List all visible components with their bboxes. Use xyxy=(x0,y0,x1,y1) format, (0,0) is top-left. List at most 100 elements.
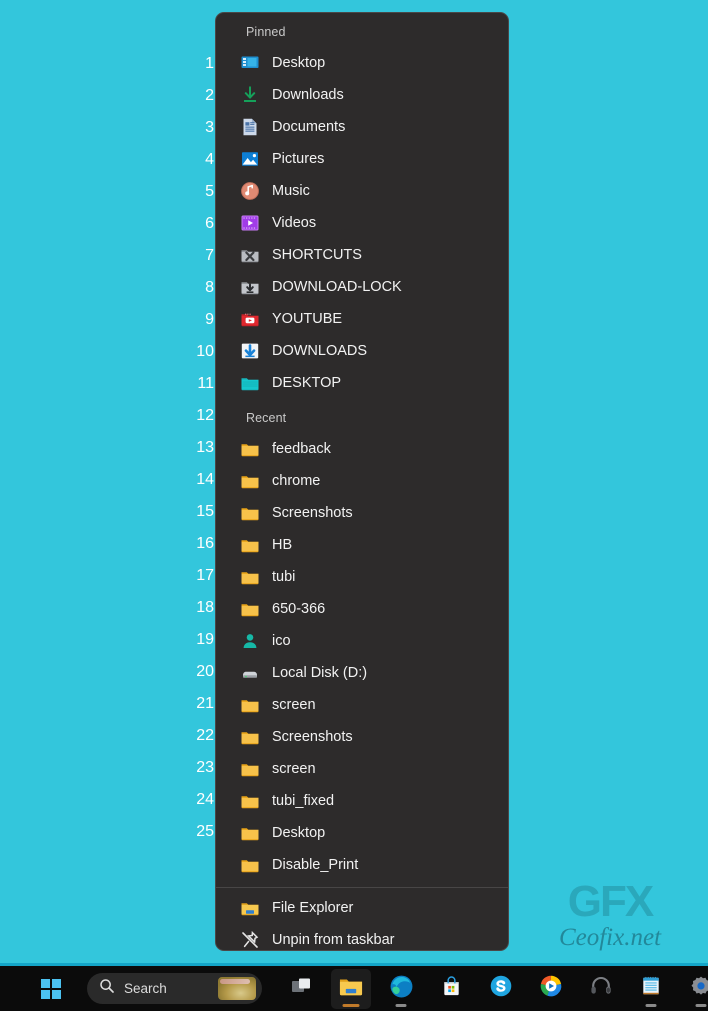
search-icon xyxy=(99,978,115,999)
pinned-item[interactable]: Pictures xyxy=(216,143,508,175)
recent-item[interactable]: 650-366 xyxy=(216,593,508,625)
shortcuts-folder-icon xyxy=(240,245,260,265)
action-item-label: File Explorer xyxy=(272,900,354,916)
taskbar-jumplist-menu[interactable]: Pinned Desktop Downloads Documents Pictures… xyxy=(215,12,509,951)
pinned-item[interactable]: DESKTOP xyxy=(216,367,508,399)
recent-item[interactable]: Local Disk (D:) xyxy=(216,657,508,689)
pinned-item-label: Documents xyxy=(272,119,346,135)
action-item[interactable]: Unpin from taskbar xyxy=(216,924,508,950)
taskbar-app-task-view[interactable] xyxy=(281,969,321,1009)
folder-icon xyxy=(240,471,260,491)
user-person-icon xyxy=(240,631,260,651)
recent-item[interactable]: HB xyxy=(216,529,508,561)
jumplist-actions: File Explorer Unpin from taskbar xyxy=(216,892,508,950)
pinned-item[interactable]: Desktop xyxy=(216,47,508,79)
taskbar-app-media-player[interactable] xyxy=(531,969,571,1009)
picture-image-icon xyxy=(240,149,260,169)
annotation-number: 1 xyxy=(205,55,214,72)
recent-item[interactable]: Disable_Print xyxy=(216,849,508,881)
search-preview-thumbnail xyxy=(218,977,256,1000)
annotation-number: 16 xyxy=(196,535,214,552)
pinned-section-header: Pinned xyxy=(246,25,286,39)
music-note-icon xyxy=(240,181,260,201)
annotation-number: 19 xyxy=(196,631,214,648)
action-item[interactable]: File Explorer xyxy=(216,892,508,924)
taskbar-app-notepad[interactable] xyxy=(631,969,671,1009)
annotation-number: 15 xyxy=(196,503,214,520)
taskbar: Search xyxy=(0,963,708,1011)
watermark: GFX Ceofix.net xyxy=(530,880,690,953)
recent-item-label: tubi xyxy=(272,569,296,585)
download-lock-folder-icon xyxy=(240,277,260,297)
pinned-item[interactable]: SHORTCUTS xyxy=(216,239,508,271)
annotation-number: 23 xyxy=(196,759,214,776)
recent-item[interactable]: tubi_fixed xyxy=(216,785,508,817)
taskbar-app-file-explorer[interactable] xyxy=(331,968,371,1009)
pinned-item[interactable]: Videos xyxy=(216,207,508,239)
annotation-number: 18 xyxy=(196,599,214,616)
annotation-number: 24 xyxy=(196,791,214,808)
recent-item[interactable]: tubi xyxy=(216,561,508,593)
taskbar-app-store[interactable] xyxy=(431,969,471,1009)
recent-item[interactable]: chrome xyxy=(216,465,508,497)
recent-item-label: tubi_fixed xyxy=(272,793,335,809)
skype-icon xyxy=(489,974,513,1003)
annotation-number: 5 xyxy=(205,183,214,200)
media-player-icon xyxy=(539,974,563,1003)
pinned-item[interactable]: DOWNLOAD-LOCK xyxy=(216,271,508,303)
pinned-item[interactable]: Downloads xyxy=(216,79,508,111)
recent-item-label: screen xyxy=(272,761,316,777)
folder-icon xyxy=(240,535,260,555)
pinned-item[interactable]: DOWNLOADS xyxy=(216,335,508,367)
recent-item-label: chrome xyxy=(272,473,321,489)
annotation-number: 8 xyxy=(205,279,214,296)
pinned-item[interactable]: Music xyxy=(216,175,508,207)
teal-folder-icon xyxy=(240,373,260,393)
recent-item[interactable]: Desktop xyxy=(216,817,508,849)
recent-item[interactable]: screen xyxy=(216,753,508,785)
desktop-monitor-icon xyxy=(240,53,260,73)
pinned-item[interactable]: YOUTUBE xyxy=(216,303,508,335)
recent-item-label: Disable_Print xyxy=(272,857,359,873)
task-view-icon xyxy=(289,974,313,1003)
notepad-icon xyxy=(640,975,662,1002)
folder-icon xyxy=(240,503,260,523)
file-explorer-icon xyxy=(338,973,364,1004)
recent-item[interactable]: ico xyxy=(216,625,508,657)
taskbar-running-indicator xyxy=(395,1003,407,1007)
recent-item-label: 650-366 xyxy=(272,601,326,617)
annotation-number: 9 xyxy=(205,311,214,328)
taskbar-app-skype[interactable] xyxy=(481,969,521,1009)
edge-icon xyxy=(389,974,414,1004)
recent-item[interactable]: Screenshots xyxy=(216,497,508,529)
pinned-item-label: Desktop xyxy=(272,55,326,71)
recent-item-label: Desktop xyxy=(272,825,326,841)
taskbar-app-settings-gear[interactable] xyxy=(681,969,708,1009)
file-explorer-icon xyxy=(240,898,260,918)
recent-item[interactable]: Screenshots xyxy=(216,721,508,753)
annotation-number: 17 xyxy=(196,567,214,584)
video-play-icon xyxy=(240,213,260,233)
start-button[interactable] xyxy=(28,969,74,1009)
taskbar-running-indicator xyxy=(645,1003,657,1007)
pinned-item-label: Downloads xyxy=(272,87,344,103)
annotation-number: 20 xyxy=(196,663,214,680)
recent-item[interactable]: screen xyxy=(216,689,508,721)
pinned-item[interactable]: Documents xyxy=(216,111,508,143)
annotation-number: 6 xyxy=(205,215,214,232)
folder-icon xyxy=(240,727,260,747)
annotation-number: 4 xyxy=(205,151,214,168)
annotation-number: 10 xyxy=(196,343,214,360)
recent-item-label: Screenshots xyxy=(272,729,353,745)
pinned-item-label: DESKTOP xyxy=(272,375,342,391)
recent-section-header: Recent xyxy=(246,411,287,425)
recent-item[interactable]: feedback xyxy=(216,433,508,465)
taskbar-app-edge[interactable] xyxy=(381,969,421,1009)
annotation-number: 11 xyxy=(197,375,214,392)
pinned-item-label: Videos xyxy=(272,215,317,231)
taskbar-app-headphones[interactable] xyxy=(581,969,621,1009)
folder-icon xyxy=(240,823,260,843)
taskbar-running-indicator xyxy=(342,1003,360,1007)
search-input[interactable]: Search xyxy=(87,973,262,1004)
recent-item-label: Screenshots xyxy=(272,505,353,521)
